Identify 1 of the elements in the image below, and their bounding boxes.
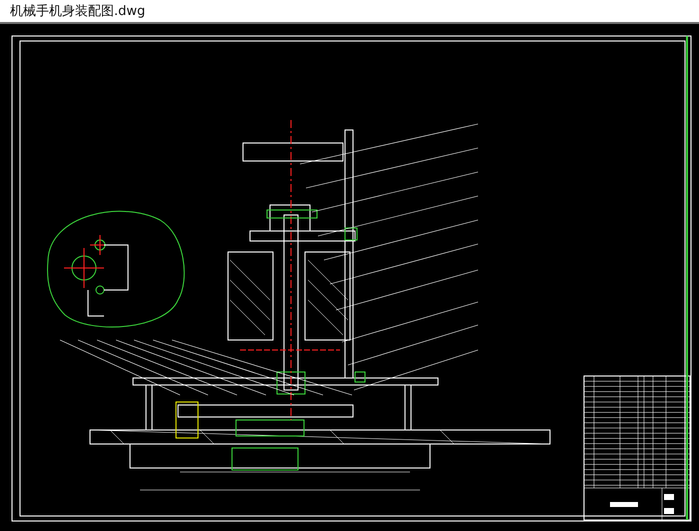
window-title: 机械手机身装配图.dwg (10, 3, 146, 20)
